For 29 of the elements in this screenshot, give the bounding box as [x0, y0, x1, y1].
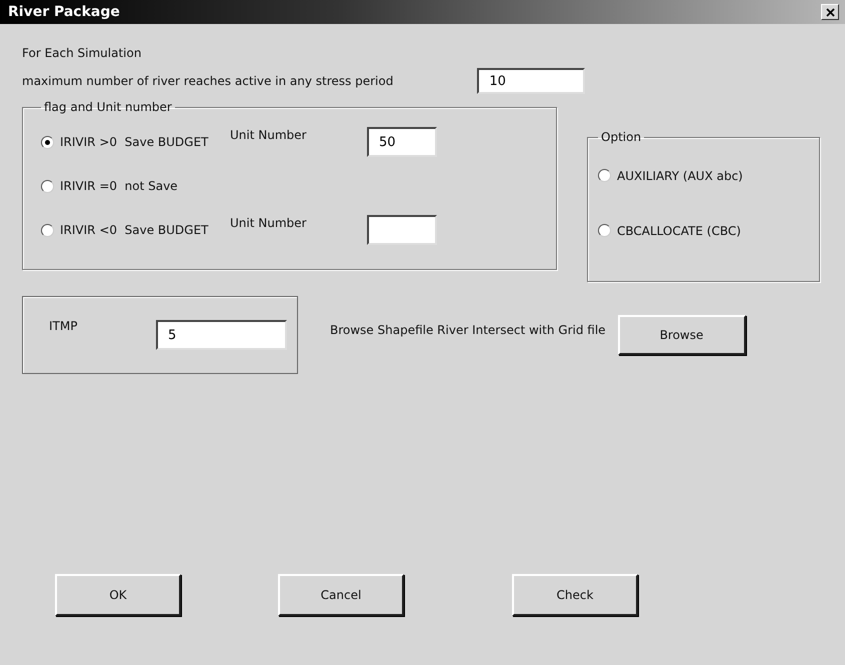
- field-label: ITMP: [49, 319, 78, 333]
- window-title: River Package: [8, 4, 120, 20]
- unit-number-field[interactable]: 50: [367, 127, 437, 157]
- radio-label: IRIVIR >0 Save BUDGET: [60, 135, 210, 149]
- unit-label: Unit Number: [230, 128, 308, 142]
- group-title: flag and Unit number: [43, 100, 173, 114]
- dialog-button[interactable]: Check: [512, 574, 638, 616]
- browse-button[interactable]: Browse: [618, 315, 746, 355]
- itmp-field[interactable]: 5: [156, 320, 287, 350]
- radio-label: CBCALLOCATE (CBC): [617, 224, 742, 238]
- close-button[interactable]: [821, 4, 839, 20]
- radio-button[interactable]: [598, 224, 611, 237]
- dialog-button[interactable]: OK: [55, 574, 181, 616]
- radio-label: AUXILIARY (AUX abc): [617, 168, 744, 182]
- radio-button[interactable]: [598, 169, 611, 182]
- field-label: maximum number of river reaches active in any stress period: [22, 74, 394, 88]
- radio-label: IRIVIR <0 Save BUDGET: [60, 223, 210, 237]
- unit-number-field[interactable]: [367, 215, 437, 245]
- group-title: Option: [600, 130, 642, 144]
- browse-label: Browse Shapefile River Intersect with Grid file: [330, 323, 606, 337]
- radio-button[interactable]: [41, 180, 54, 192]
- radio-button[interactable]: [41, 224, 54, 236]
- unit-label: Unit Number: [230, 216, 308, 230]
- max-reaches-field[interactable]: 10: [477, 68, 586, 94]
- section-label: For Each Simulation: [22, 46, 142, 60]
- close-icon: [826, 8, 834, 16]
- radio-label: IRIVIR =0 not Save: [60, 179, 179, 193]
- radio-button[interactable]: [41, 136, 54, 148]
- dialog-button[interactable]: Cancel: [278, 574, 404, 616]
